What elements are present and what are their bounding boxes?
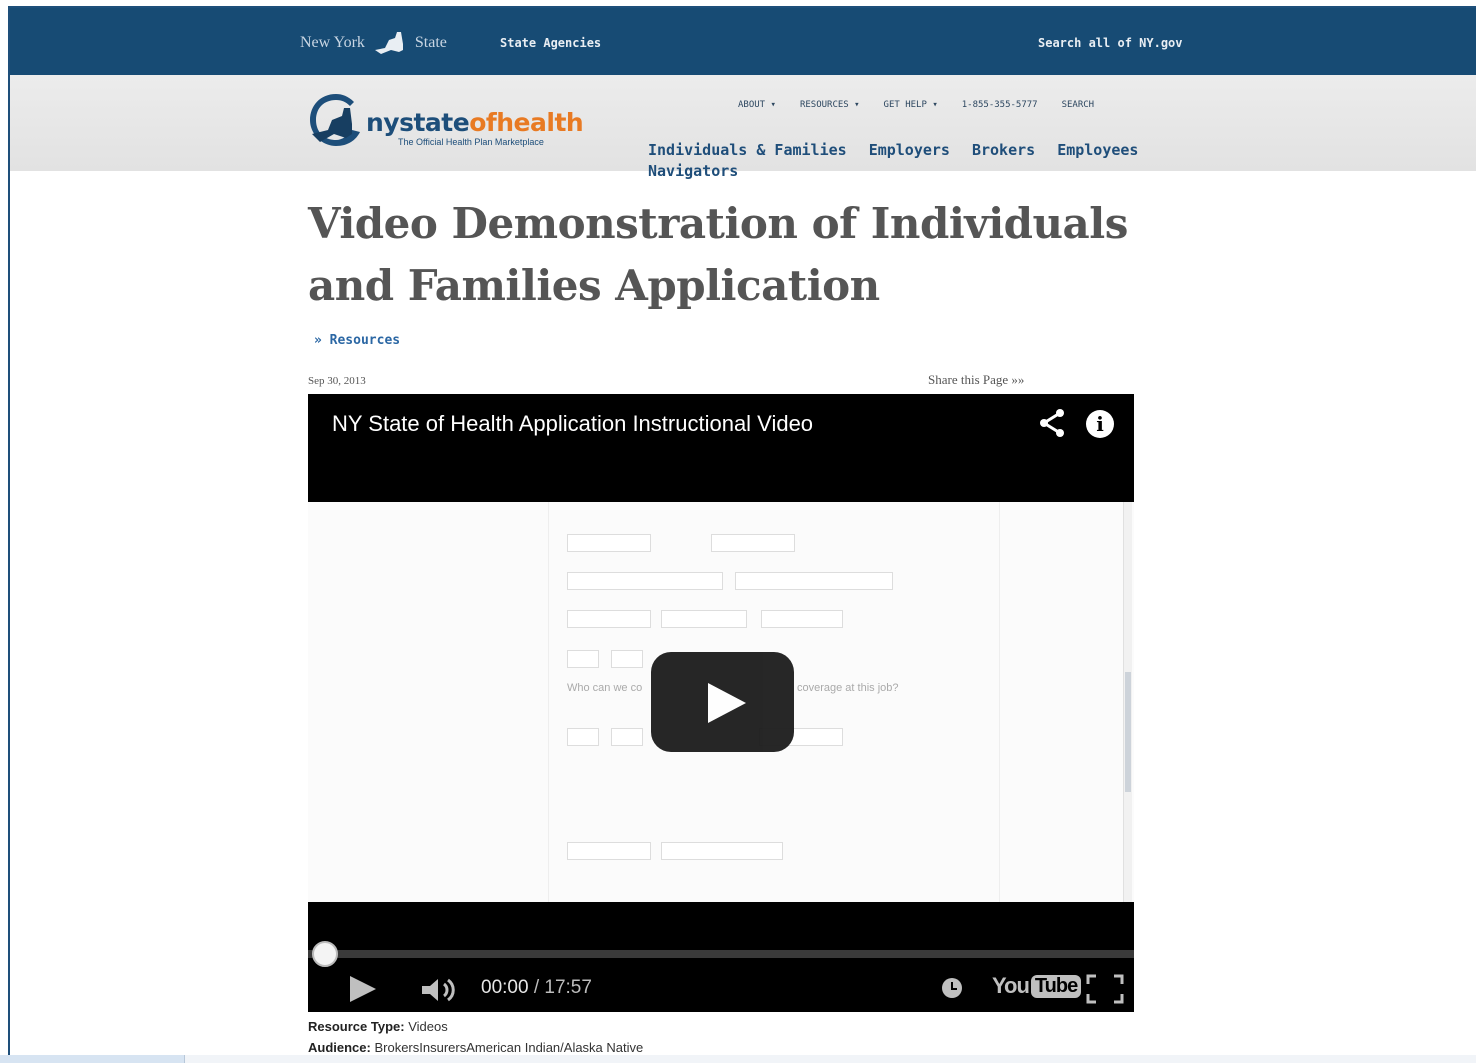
nys-top-bar [10,8,1476,75]
youtube-logo-link[interactable]: You Tube [992,973,1082,999]
publish-date: Sep 30, 2013 [308,375,366,387]
play-icon[interactable] [350,976,376,1002]
video-player[interactable]: NY State of Health Application Instructi… [308,394,1134,1012]
nav-get-help[interactable]: GET HELP ▾ [884,100,938,110]
share-icon[interactable] [1038,408,1068,438]
breadcrumb-resources[interactable]: » Resources [314,333,400,348]
nav-individuals-families[interactable]: Individuals & Families [648,140,847,161]
taskbar-tab[interactable] [0,1055,185,1063]
audience-label: Audience: [308,1040,371,1055]
watch-later-clock-icon[interactable] [942,978,962,998]
page-title: Video Demonstration of Individuals and F… [308,199,1128,310]
utility-nav: ABOUT ▾ RESOURCES ▾ GET HELP ▾ 1-855-355… [738,100,1094,110]
volume-icon[interactable] [420,976,460,1004]
nav-employers[interactable]: Employers [869,140,950,161]
brand-name: nystateofhealth [366,108,584,137]
main-nav: Individuals & Families Employers Brokers Em… [648,140,1188,182]
ny-state-map-icon [374,32,403,54]
nys-logo-left: New York [300,34,365,51]
audience-value: BrokersInsurersAmerican Indian/Alaska Na… [374,1040,644,1055]
info-icon[interactable]: i [1086,410,1114,438]
state-agencies-link[interactable]: State Agencies [500,36,601,50]
nav-navigators[interactable]: Navigators [648,161,738,182]
form-question-coverage: coverage at this job? [797,682,899,694]
nav-resources[interactable]: RESOURCES ▾ [800,100,860,110]
share-page-link[interactable]: Share this Page »» [928,372,1024,388]
browser-status-bar [0,1055,1476,1063]
form-question-who: Who can we co [567,682,643,694]
resource-type-value: Videos [408,1019,448,1034]
play-video-button[interactable] [651,652,794,752]
brand-tagline: The Official Health Plan Marketplace [398,137,544,147]
video-duration: 17:57 [544,977,592,998]
ny-state-brand-icon [310,94,360,146]
nav-phone[interactable]: 1-855-355-5777 [962,100,1038,110]
video-title[interactable]: NY State of Health Application Instructi… [332,411,813,437]
video-scrubber-handle[interactable] [312,941,338,967]
nav-brokers[interactable]: Brokers [972,140,1035,161]
current-time: 00:00 [481,977,529,998]
fullscreen-icon[interactable] [1086,974,1124,1004]
nav-employees[interactable]: Employees [1057,140,1138,161]
resource-meta: Resource Type: Videos Audience: BrokersI… [308,1016,643,1058]
form-scrollbar [1123,502,1132,902]
nys-logo-right: State [414,34,447,51]
nys-logo-link[interactable]: New York State [300,30,447,56]
resource-type-label: Resource Type: [308,1019,405,1034]
search-all-nygov-link[interactable]: Search all of NY.gov [1038,36,1183,50]
video-progress-bar[interactable] [308,950,1134,958]
nystateofhealth-logo[interactable]: nystateofhealth The Official Health Plan… [306,90,596,150]
nav-about[interactable]: ABOUT ▾ [738,100,776,110]
video-time-display: 00:00 / 17:57 [481,977,592,998]
nav-search[interactable]: SEARCH [1062,100,1095,110]
